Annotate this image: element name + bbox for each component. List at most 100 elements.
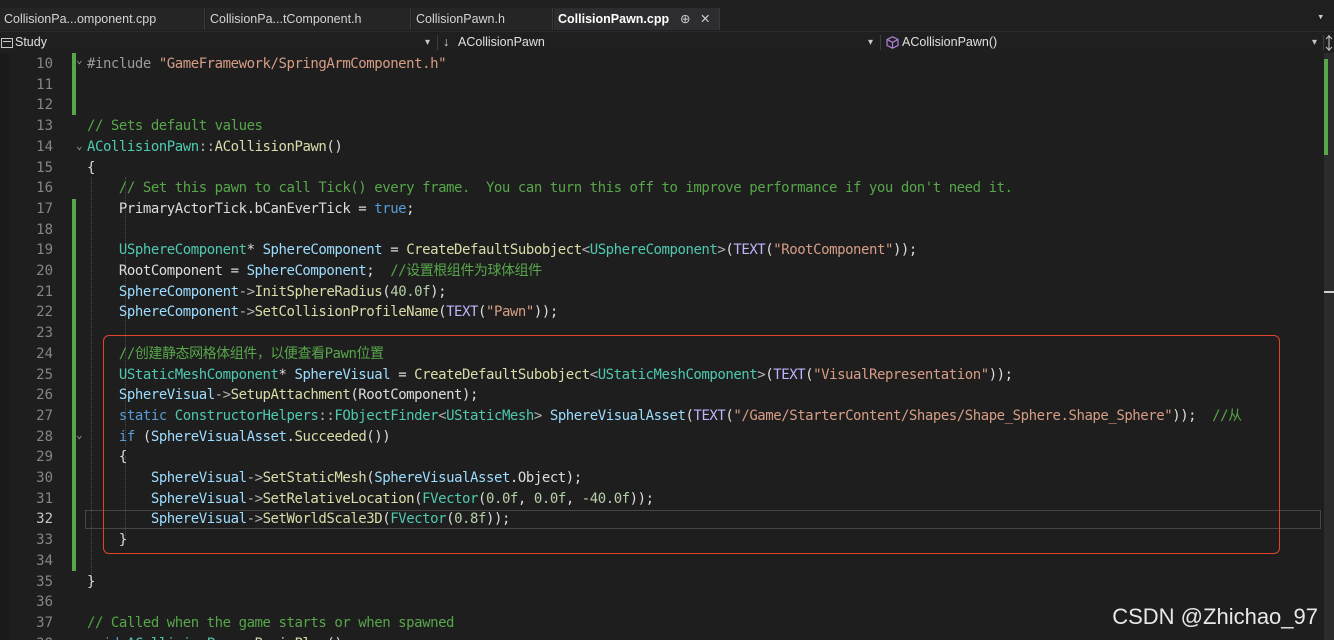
class-scope-name: ACollisionPawn <box>458 35 545 49</box>
code-text[interactable]: // Called when the game starts or when s… <box>87 613 454 634</box>
code-text[interactable]: SphereVisual->SetRelativeLocation(FVecto… <box>87 489 654 510</box>
code-editor[interactable]: ⌄ ⌄ ⌄ 10 #include "GameFramework/SpringAr… <box>0 53 1324 640</box>
code-token: UStaticMeshComponent <box>597 366 758 383</box>
navigation-bar: Study ▾ ↓ ACollisionPawn ▾ ACollisionPaw… <box>0 31 1334 54</box>
code-token: } <box>87 532 127 549</box>
line-number: 21 <box>36 283 53 300</box>
code-token: 40.0f <box>390 283 431 300</box>
tab-overflow-dropdown-icon[interactable]: ▾ <box>1317 10 1324 23</box>
code-token: :: <box>239 636 255 640</box>
code-token: ); <box>430 283 447 300</box>
code-token: SphereComponent <box>262 242 383 259</box>
code-line: 14 ACollisionPawn::ACollisionPawn() <box>0 137 1324 158</box>
code-token: :: <box>318 407 335 424</box>
code-text[interactable]: SphereVisual->SetStaticMesh(SphereVisual… <box>87 468 582 489</box>
code-text[interactable]: SphereVisual->SetWorldScale3D(FVector(0.… <box>87 509 511 530</box>
line-number: 27 <box>36 407 53 424</box>
code-line: 19 USphereComponent* SphereComponent = C… <box>0 240 1324 261</box>
code-text[interactable]: //创建静态网格体组件，以便查看Pawn位置 <box>87 344 384 365</box>
line-number: 30 <box>36 470 53 486</box>
member-scope-dropdown[interactable]: ACollisionPawn() ▾ <box>884 32 1322 53</box>
code-line: 29 { <box>0 447 1324 468</box>
tab-collisionpawn-h[interactable]: CollisionPawn.h <box>412 8 553 30</box>
line-number: 33 <box>36 532 53 549</box>
code-token: "VisualRepresentation" <box>813 366 989 383</box>
code-token: //设置根组件为球体组件 <box>390 263 542 279</box>
tab-bar: CollisionPa...omponent.cpp CollisionPa..… <box>0 0 1334 31</box>
code-text[interactable]: if (SphereVisualAsset.Succeeded()) <box>87 427 391 448</box>
code-text[interactable]: SphereVisual->SetupAttachment(RootCompon… <box>87 385 479 406</box>
code-token: FVector <box>390 511 447 528</box>
code-text[interactable]: SphereComponent->SetCollisionProfileName… <box>87 302 558 323</box>
code-text[interactable]: // Set this pawn to call Tick() every fr… <box>87 178 1013 199</box>
code-token: ConstructorHelpers <box>174 407 319 424</box>
code-line: 26 SphereVisual->SetupAttachment(RootCom… <box>0 385 1324 406</box>
class-scope-dropdown[interactable]: ↓ ACollisionPawn ▾ <box>440 32 876 53</box>
tab-collisionpawn-cpp[interactable]: CollisionPawn.cpp ⊕ ✕ <box>554 8 720 30</box>
code-token: SphereVisualAsset <box>549 407 686 424</box>
code-token: SphereVisual <box>118 387 215 404</box>
code-text[interactable]: ACollisionPawn::ACollisionPawn() <box>87 137 343 158</box>
code-line: 34 <box>0 551 1324 572</box>
code-line: 10 #include "GameFramework/SpringArmCompo… <box>0 54 1324 75</box>
project-scope-dropdown[interactable]: Study ▾ <box>0 32 434 53</box>
code-token: > <box>533 407 542 424</box>
code-token: -40.0f <box>581 490 630 507</box>
code-line: 38 void ACollisionPawn::BeginPlay() <box>0 634 1324 640</box>
code-text[interactable]: PrimaryActorTick.bCanEverTick = true; <box>87 199 415 220</box>
code-token: // Sets default values <box>87 118 263 135</box>
vertical-scrollbar[interactable] <box>1324 53 1334 640</box>
code-token: ()) <box>366 428 391 445</box>
line-number: 11 <box>36 76 53 93</box>
line-number: 26 <box>36 387 53 404</box>
code-token: SetWorldScale3D <box>262 511 383 528</box>
pin-icon[interactable]: ⊕ <box>680 8 690 30</box>
code-token: SphereVisual <box>150 511 247 528</box>
tab-collisionpawn-movement-component-cpp[interactable]: CollisionPa...omponent.cpp <box>0 8 205 30</box>
project-name: Study <box>15 35 47 49</box>
code-text[interactable]: { <box>87 158 95 179</box>
code-token: ; <box>366 263 391 279</box>
code-text[interactable]: #include "GameFramework/SpringArmCompone… <box>87 54 446 75</box>
tab-collisionpawn-movement-component-h[interactable]: CollisionPa...tComponent.h <box>206 8 411 30</box>
code-token: ( <box>438 304 447 321</box>
code-token: TEXT <box>733 242 766 259</box>
code-text[interactable]: } <box>87 530 127 551</box>
code-line: 15 { <box>0 158 1324 179</box>
line-number: 17 <box>36 200 53 217</box>
code-token: TEXT <box>773 366 806 383</box>
code-token: FVector <box>422 490 479 507</box>
code-text[interactable]: // Sets default values <box>87 116 263 137</box>
code-text[interactable]: static ConstructorHelpers::FObjectFinder… <box>87 406 1242 427</box>
line-number: 34 <box>36 552 53 569</box>
scrollbar-caret-position <box>1324 291 1334 293</box>
code-token: 0.0f <box>533 490 566 507</box>
chevron-down-icon: ▾ <box>1312 37 1318 48</box>
code-token: CreateDefaultSubobject <box>414 366 590 383</box>
code-text[interactable]: } <box>87 572 95 593</box>
code-text[interactable]: { <box>87 447 127 468</box>
code-token: SphereVisualAsset <box>150 428 287 445</box>
code-line: 13 // Sets default values <box>0 116 1324 137</box>
class-scope-icon: ↓ <box>443 35 450 49</box>
code-text[interactable]: USphereComponent* SphereComponent = Crea… <box>87 240 917 261</box>
code-token: TEXT <box>446 304 478 321</box>
code-text[interactable]: UStaticMeshComponent* SphereVisual = Cre… <box>87 365 1013 386</box>
code-token: SphereVisualAsset <box>374 470 510 486</box>
code-token: SphereComponent <box>246 263 367 279</box>
code-text[interactable]: void ACollisionPawn::BeginPlay() <box>87 634 343 640</box>
code-token: :: <box>198 138 215 155</box>
close-tab-icon[interactable]: ✕ <box>700 8 710 30</box>
code-token: -> <box>246 511 263 528</box>
code-text[interactable]: RootComponent = SphereComponent; //设置根组件… <box>87 261 542 282</box>
code-text[interactable]: SphereComponent->InitSphereRadius(40.0f)… <box>87 282 447 303</box>
line-number: 13 <box>36 118 53 135</box>
code-token: static <box>118 407 167 424</box>
code-token: UStaticMeshComponent <box>118 366 279 383</box>
code-token: //从 <box>1212 407 1242 424</box>
split-editor-icon[interactable] <box>1324 35 1334 51</box>
